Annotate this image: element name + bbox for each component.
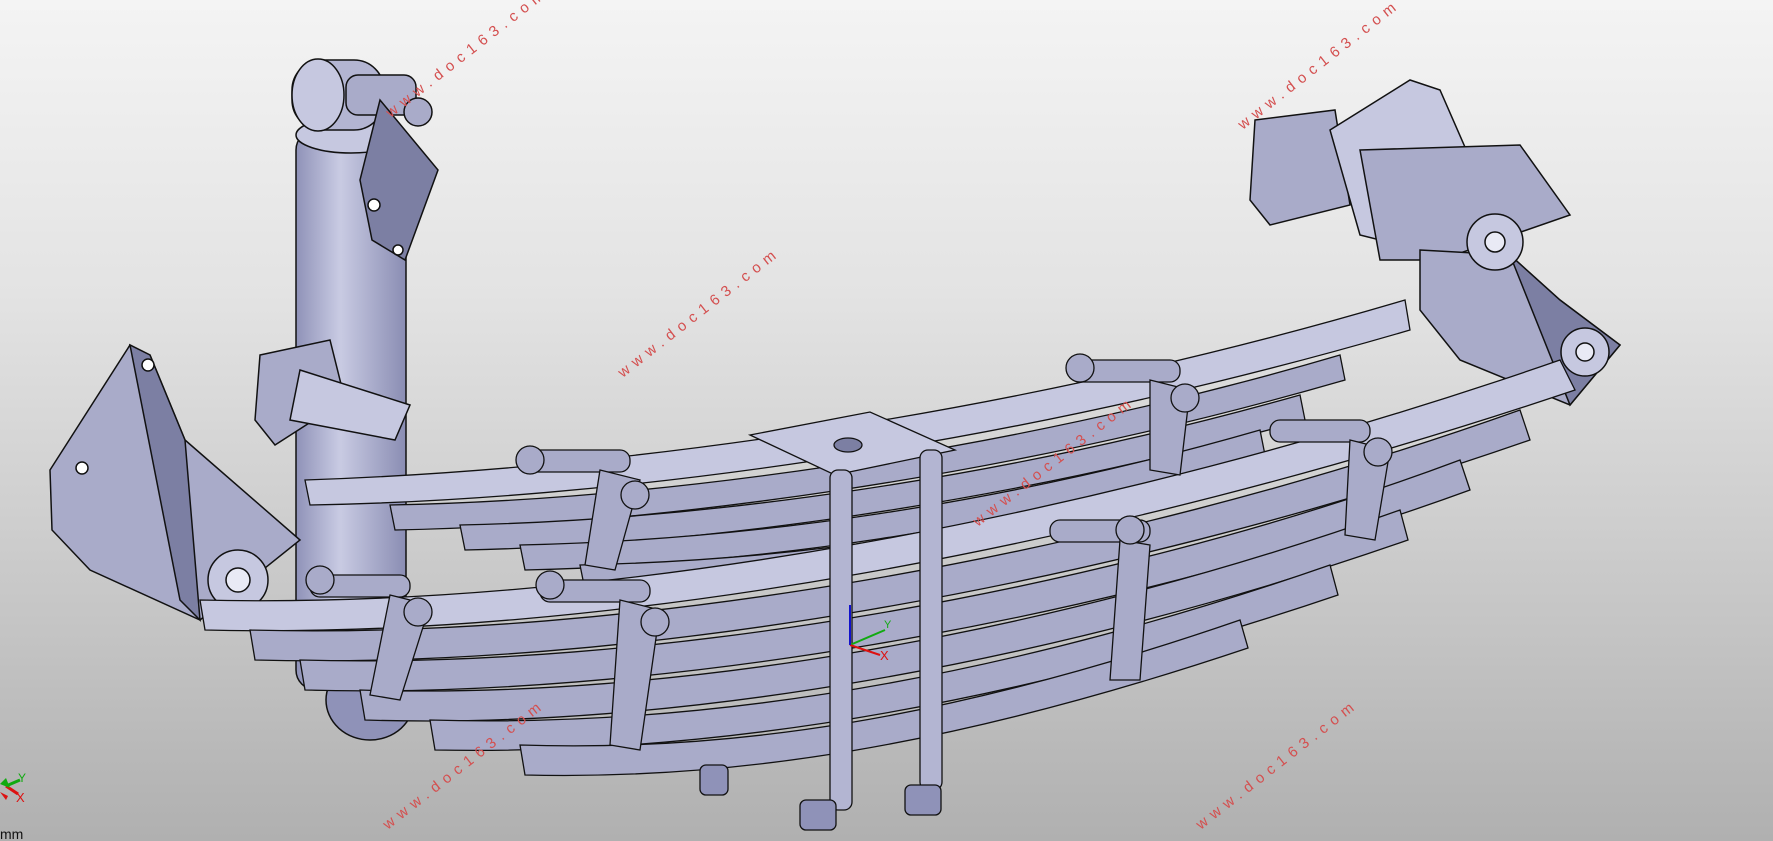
- compass-x-label: X: [16, 790, 25, 805]
- leaf-spring-assembly-model[interactable]: X Y: [0, 0, 1773, 841]
- orientation-compass-icon[interactable]: Y X: [0, 766, 34, 812]
- origin-y-label: Y: [884, 619, 892, 631]
- origin-x-label: X: [880, 648, 889, 663]
- compass-y-label: Y: [18, 771, 26, 785]
- 3d-viewport[interactable]: X Y www.doc163.com www.doc163.com www.do…: [0, 0, 1773, 841]
- units-indicator: mm: [0, 826, 24, 841]
